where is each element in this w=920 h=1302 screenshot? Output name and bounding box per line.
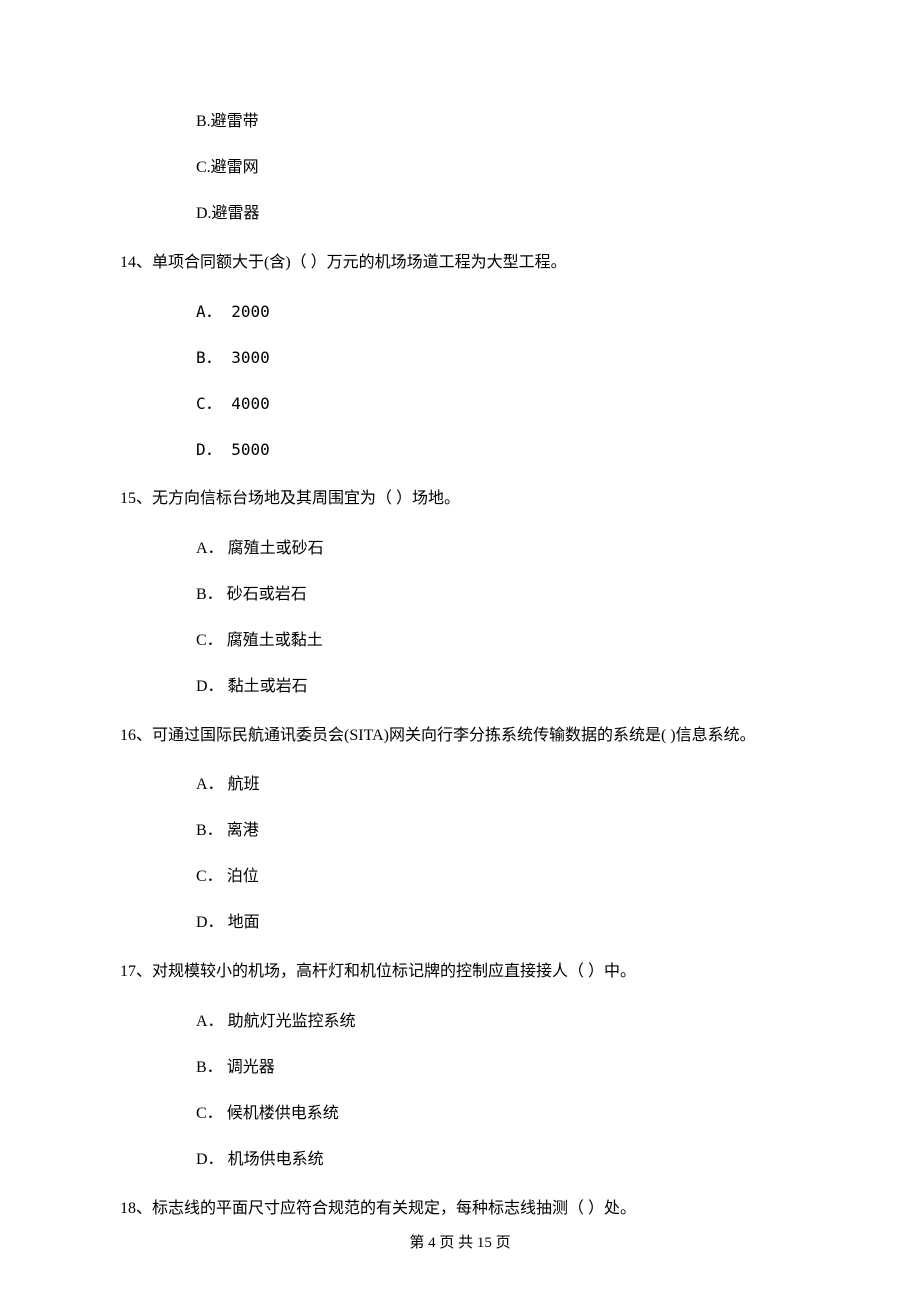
option-letter: D． bbox=[196, 440, 222, 459]
question-15-option-c: C． 腐殖土或黏土 bbox=[120, 629, 800, 653]
question-16-option-c: C． 泊位 bbox=[120, 865, 800, 889]
option-text: 地面 bbox=[228, 914, 260, 931]
page-footer: 第 4 页 共 15 页 bbox=[0, 1232, 920, 1255]
question-17-option-a: A． 助航灯光监控系统 bbox=[120, 1010, 800, 1034]
question-text: 对规模较小的机场，高杆灯和机位标记牌的控制应直接接人（ ）中。 bbox=[152, 963, 636, 980]
option-letter: C． bbox=[196, 868, 223, 885]
option-letter: D． bbox=[196, 678, 224, 695]
question-number: 17、 bbox=[120, 963, 152, 980]
question-number: 14、 bbox=[120, 254, 152, 271]
question-15-option-b: B． 砂石或岩石 bbox=[120, 583, 800, 607]
option-letter: A． bbox=[196, 302, 222, 321]
option-letter: A． bbox=[196, 776, 224, 793]
question-14-option-c: C． 4000 bbox=[120, 392, 800, 416]
option-text: 5000 bbox=[231, 440, 270, 459]
option-letter: B． bbox=[196, 348, 222, 367]
question-text: 单项合同额大于(含)（ ）万元的机场场道工程为大型工程。 bbox=[152, 254, 567, 271]
question-16-option-b: B． 离港 bbox=[120, 819, 800, 843]
page-number: 第 4 页 共 15 页 bbox=[409, 1235, 510, 1251]
question-number: 18、 bbox=[120, 1200, 152, 1217]
question-17: 17、对规模较小的机场，高杆灯和机位标记牌的控制应直接接人（ ）中。 bbox=[120, 957, 800, 987]
question-16-option-a: A． 航班 bbox=[120, 773, 800, 797]
question-15: 15、无方向信标台场地及其周围宜为（ ）场地。 bbox=[120, 484, 800, 514]
option-letter: A． bbox=[196, 1013, 224, 1030]
orphan-option: C.避雷网 bbox=[120, 156, 800, 180]
option-letter: C． bbox=[196, 394, 222, 413]
option-letter: B． bbox=[196, 586, 223, 603]
option-letter: C． bbox=[196, 632, 223, 649]
option-text: 3000 bbox=[231, 348, 270, 367]
question-18: 18、标志线的平面尺寸应符合规范的有关规定，每种标志线抽测（ ）处。 bbox=[120, 1194, 800, 1224]
question-17-option-c: C． 候机楼供电系统 bbox=[120, 1102, 800, 1126]
option-text: 砂石或岩石 bbox=[227, 586, 307, 603]
option-text: 泊位 bbox=[227, 868, 259, 885]
option-label: B.避雷带 bbox=[196, 113, 259, 130]
question-16-option-d: D． 地面 bbox=[120, 911, 800, 935]
question-number: 16、 bbox=[120, 727, 152, 744]
option-letter: B． bbox=[196, 822, 223, 839]
option-text: 4000 bbox=[231, 394, 270, 413]
option-text: 机场供电系统 bbox=[228, 1151, 324, 1168]
question-15-option-d: D． 黏土或岩石 bbox=[120, 675, 800, 699]
option-text: 腐殖土或砂石 bbox=[228, 540, 324, 557]
question-14-option-b: B． 3000 bbox=[120, 346, 800, 370]
question-number: 15、 bbox=[120, 490, 152, 507]
question-17-option-b: B． 调光器 bbox=[120, 1056, 800, 1080]
option-label: D.避雷器 bbox=[196, 205, 260, 222]
option-text: 候机楼供电系统 bbox=[227, 1105, 339, 1122]
option-letter: A． bbox=[196, 540, 224, 557]
question-14-option-d: D． 5000 bbox=[120, 438, 800, 462]
option-text: 调光器 bbox=[227, 1059, 275, 1076]
question-14-option-a: A． 2000 bbox=[120, 300, 800, 324]
option-text: 离港 bbox=[227, 822, 259, 839]
option-text: 航班 bbox=[228, 776, 260, 793]
question-14: 14、单项合同额大于(含)（ ）万元的机场场道工程为大型工程。 bbox=[120, 248, 800, 278]
question-text: 标志线的平面尺寸应符合规范的有关规定，每种标志线抽测（ ）处。 bbox=[152, 1200, 636, 1217]
option-letter: D． bbox=[196, 914, 224, 931]
question-text: 可通过国际民航通讯委员会(SITA)网关向行李分拣系统传输数据的系统是( )信息… bbox=[152, 727, 756, 744]
option-text: 助航灯光监控系统 bbox=[228, 1013, 356, 1030]
question-17-option-d: D． 机场供电系统 bbox=[120, 1148, 800, 1172]
orphan-option: D.避雷器 bbox=[120, 202, 800, 226]
option-letter: B． bbox=[196, 1059, 223, 1076]
question-text: 无方向信标台场地及其周围宜为（ ）场地。 bbox=[152, 490, 460, 507]
option-text: 腐殖土或黏土 bbox=[227, 632, 323, 649]
option-text: 2000 bbox=[231, 302, 270, 321]
option-text: 黏土或岩石 bbox=[228, 678, 308, 695]
question-15-option-a: A． 腐殖土或砂石 bbox=[120, 537, 800, 561]
question-16: 16、可通过国际民航通讯委员会(SITA)网关向行李分拣系统传输数据的系统是( … bbox=[120, 721, 800, 751]
option-letter: C． bbox=[196, 1105, 223, 1122]
option-label: C.避雷网 bbox=[196, 159, 259, 176]
orphan-option: B.避雷带 bbox=[120, 110, 800, 134]
option-letter: D． bbox=[196, 1151, 224, 1168]
